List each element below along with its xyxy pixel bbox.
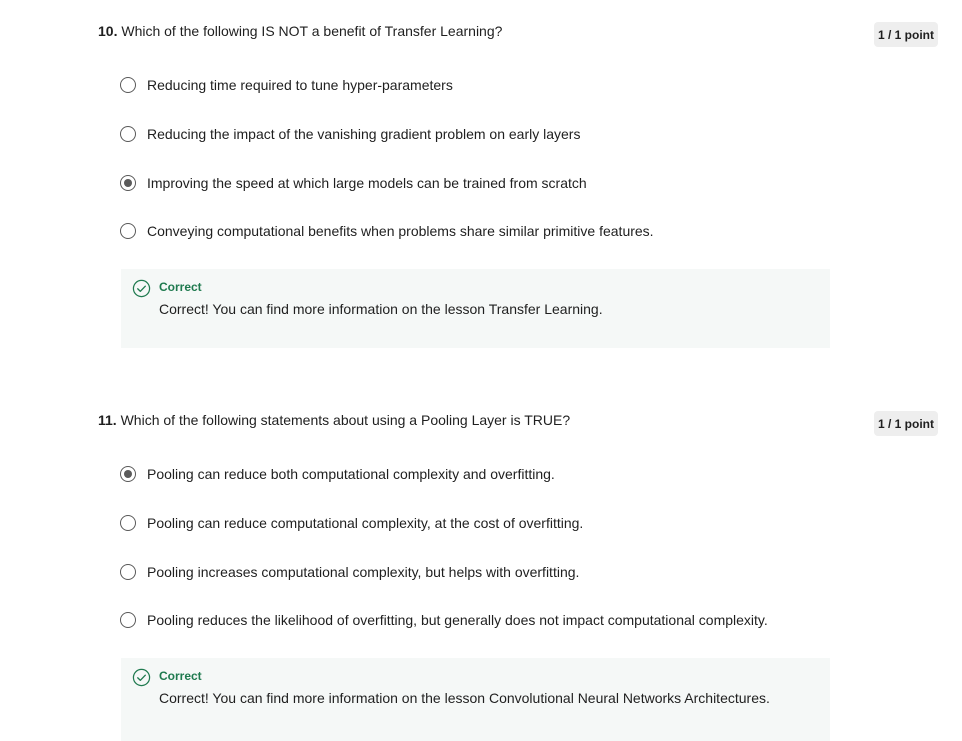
answer-option[interactable]: Improving the speed at which large model… [119, 172, 587, 194]
option-label: Pooling can reduce computational complex… [147, 515, 584, 531]
points-badge: 1 / 1 point [874, 22, 938, 47]
check-circle-icon [132, 279, 151, 298]
option-label: Pooling reduces the likelihood of overfi… [147, 612, 768, 628]
question-number: 10. [98, 23, 118, 39]
option-label: Improving the speed at which large model… [147, 175, 587, 191]
radio-button[interactable] [120, 223, 136, 239]
question-text: Which of the following IS NOT a benefit … [121, 23, 503, 39]
option-label: Conveying computational benefits when pr… [147, 223, 654, 239]
check-circle-icon [132, 668, 151, 687]
feedback-title: Correct [159, 669, 202, 683]
points-badge: 1 / 1 point [874, 411, 938, 436]
radio-button[interactable] [120, 612, 136, 628]
question-number: 11. [98, 412, 117, 428]
answer-option[interactable]: Pooling can reduce computational complex… [119, 512, 583, 534]
feedback-box: Correct Correct! You can find more infor… [121, 269, 830, 348]
option-label: Pooling can reduce both computational co… [147, 466, 555, 482]
answer-option[interactable]: Reducing the impact of the vanishing gra… [119, 123, 580, 145]
feedback-text: Correct! You can find more information o… [159, 690, 770, 706]
radio-button[interactable] [120, 515, 136, 531]
radio-button[interactable] [120, 77, 136, 93]
answer-option[interactable]: Pooling can reduce both computational co… [119, 463, 555, 485]
radio-button[interactable] [120, 126, 136, 142]
option-label: Reducing time required to tune hyper-par… [147, 77, 453, 93]
answer-option[interactable]: Conveying computational benefits when pr… [119, 220, 654, 242]
question-prompt: 11. Which of the following statements ab… [98, 411, 570, 429]
feedback-title: Correct [159, 280, 202, 294]
radio-button-selected[interactable] [120, 466, 136, 482]
feedback-text: Correct! You can find more information o… [159, 301, 603, 317]
radio-button-selected[interactable] [120, 175, 136, 191]
feedback-box: Correct Correct! You can find more infor… [121, 658, 830, 741]
answer-option[interactable]: Reducing time required to tune hyper-par… [119, 74, 453, 96]
option-label: Pooling increases computational complexi… [147, 564, 580, 580]
radio-button[interactable] [120, 564, 136, 580]
question-text: Which of the following statements about … [120, 412, 571, 428]
answer-option[interactable]: Pooling increases computational complexi… [119, 561, 579, 583]
option-label: Reducing the impact of the vanishing gra… [147, 126, 581, 142]
question-prompt: 10. Which of the following IS NOT a bene… [98, 22, 502, 40]
answer-option[interactable]: Pooling reduces the likelihood of overfi… [119, 609, 768, 631]
